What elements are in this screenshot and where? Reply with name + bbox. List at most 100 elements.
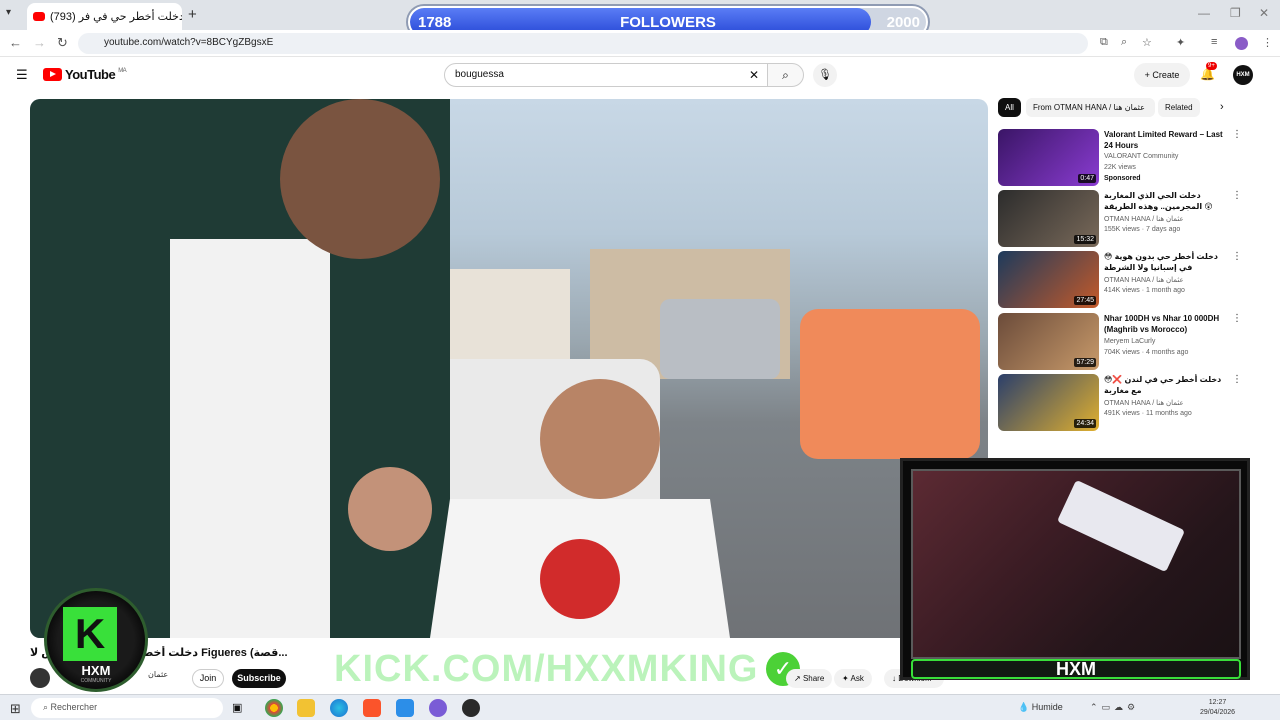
url-text: youtube.com/watch?v=8BCYgZBgsxE [104,37,274,48]
more-options-icon[interactable]: ⋮ [1232,313,1242,324]
share-button[interactable]: ↗ Share [786,669,833,688]
webcam-feed [911,469,1241,659]
more-options-icon[interactable]: ⋮ [1232,374,1242,385]
obs-app-icon[interactable] [462,699,480,717]
share-label: Share [802,674,825,683]
rec-title[interactable]: 😳❌ دخلت أخطر حي في لندن مع مغاربة [1104,374,1226,396]
brave-app-icon[interactable] [363,699,381,717]
system-tray-icons[interactable]: ⌃▭☁⚙ [1090,702,1139,713]
youtube-logo-text: YouTube [65,67,116,82]
new-tab-button[interactable]: + [188,6,197,23]
video-duration: 24:34 [1074,419,1096,428]
taskbar-search-field[interactable]: ⌕ Rechercher [31,698,223,718]
edge-app-icon[interactable] [330,699,348,717]
messenger-app-icon[interactable] [429,699,447,717]
recommendation-chips: All From OTMAN HANA / عثمان هنا Related … [998,98,1243,118]
hxm-logo-text: HXM [81,663,111,678]
windows-start-icon[interactable]: ⊞ [10,701,21,717]
video-player[interactable] [30,99,988,638]
video-thumbnail[interactable]: 24:34 [998,374,1099,431]
task-view-icon[interactable]: ▣ [232,701,250,719]
tab-search-icon[interactable]: ▾ [6,7,11,18]
recommendation-item[interactable]: 15:32 دخلت الحي الذي المغاربة المجرمين..… [998,190,1243,248]
chip-related[interactable]: Related [1158,98,1200,117]
profile-icon[interactable] [1235,37,1248,50]
install-app-icon[interactable]: ⧉ [1100,36,1108,49]
minimize-icon[interactable]: — [1198,6,1210,20]
extensions-icon[interactable]: ✦ [1176,36,1185,49]
rec-title[interactable]: دخلت الحي الذي المغاربة المجرمين.. وهذه … [1104,190,1226,212]
video-duration: 15:32 [1074,235,1096,244]
close-window-icon[interactable]: ✕ [1259,6,1269,20]
address-bar-row: ← → ↻ youtube.com/watch?v=8BCYgZBgsxE ⧉ … [0,30,1280,57]
rec-title[interactable]: Valorant Limited Reward – Last 24 Hours [1104,129,1226,151]
hxm-community-logo: K HXM COMMUNITY [44,588,148,692]
search-input[interactable]: bouguessa ✕ [444,63,768,87]
rec-title[interactable]: Nhar 100DH vs Nhar 10 000DH (Maghrib vs … [1104,313,1226,335]
video-thumbnail[interactable]: 27:45 [998,251,1099,308]
hamburger-menu-icon[interactable]: ☰ [16,67,28,83]
chip-from-channel[interactable]: From OTMAN HANA / عثمان هنا [1026,98,1155,117]
reading-list-icon[interactable]: ≡ [1211,36,1217,48]
hxm-k-emblem: K [63,607,117,661]
weather-widget[interactable]: 💧 Humide [1018,702,1063,713]
reload-icon[interactable]: ↻ [57,35,68,51]
search-value: bouguessa [455,69,504,80]
browser-tab[interactable]: (793) دخلت أخطر حي في فر... ✕ [27,3,182,30]
join-button[interactable]: Join [192,669,224,688]
notifications-button[interactable]: 🔔 9+ [1200,62,1217,81]
bookmark-star-icon[interactable]: ☆ [1142,36,1152,49]
clock-time: 12:27 [1208,699,1227,706]
region-code: MA [118,67,127,74]
video-duration: 0:47 [1078,174,1096,183]
kick-url-overlay: KICK.COM/HXXMKING [334,648,758,691]
file-explorer-icon[interactable] [297,699,315,717]
more-options-icon[interactable]: ⋮ [1232,190,1242,201]
recommendation-item[interactable]: 0:47 Valorant Limited Reward – Last 24 H… [998,129,1243,187]
sponsored-label: Sponsored [1104,175,1141,182]
video-duration: 27:45 [1074,296,1096,305]
followers-label: FOLLOWERS [620,14,716,31]
webcam-overlay: HXM [900,458,1250,680]
more-options-icon[interactable]: ⋮ [1232,251,1242,262]
url-field[interactable]: youtube.com/watch?v=8BCYgZBgsxE [78,33,1088,54]
search-icon: ⌕ [782,68,789,82]
rec-channel: OTMAN HANA / عثمان هنا [1104,216,1184,223]
recommendation-item[interactable]: 57:29 Nhar 100DH vs Nhar 10 000DH (Maghr… [998,313,1243,371]
clock-date: 29/04/2026 [1200,709,1236,716]
chevron-right-icon[interactable]: › [1220,101,1224,113]
rec-channel: VALORANT Community [1104,153,1179,160]
back-icon[interactable]: ← [9,35,22,50]
chrome-app-icon[interactable] [265,699,283,717]
rec-title[interactable]: 😳 دخلت أخطر حي بدون هوية في إسبانيا ولا … [1104,251,1226,273]
chip-all[interactable]: All [998,98,1021,117]
channel-name[interactable]: عثمان [148,670,168,679]
notification-badge: 9+ [1206,62,1217,70]
search-button[interactable]: ⌕ [767,63,804,87]
video-thumbnail[interactable]: 15:32 [998,190,1099,247]
youtube-header: ☰ YouTube MA bouguessa ✕ ⌕ 🎙 + Create 🔔 … [0,58,1280,92]
maximize-icon[interactable]: ❐ [1230,6,1241,20]
voice-search-button[interactable]: 🎙 [813,63,837,87]
video-thumbnail[interactable]: 57:29 [998,313,1099,370]
video-thumbnail[interactable]: 0:47 [998,129,1099,186]
weather-text: Humide [1031,702,1063,712]
more-options-icon[interactable]: ⋮ [1232,129,1242,140]
subscribe-button[interactable]: Subscribe [232,669,286,688]
recommendation-item[interactable]: 27:45 😳 دخلت أخطر حي بدون هوية في إسباني… [998,251,1243,309]
taskbar-search-placeholder: Rechercher [50,702,98,712]
account-avatar[interactable]: HXM [1233,65,1253,85]
recommendation-item[interactable]: 24:34 😳❌ دخلت أخطر حي في لندن مع مغاربة … [998,374,1243,432]
clear-search-icon[interactable]: ✕ [749,68,759,82]
youtube-logo[interactable]: YouTube MA [43,67,127,82]
rec-meta: 22K views [1104,164,1136,171]
vscode-app-icon[interactable] [396,699,414,717]
clock[interactable]: 12:27 29/04/2026 [1200,698,1235,718]
create-button[interactable]: + Create [1134,63,1190,87]
zoom-icon[interactable]: ⌕ [1121,36,1127,49]
hxm-logo-subtext: COMMUNITY [80,678,112,684]
browser-menu-icon[interactable]: ⋮ [1262,36,1273,49]
create-label: Create [1152,70,1180,80]
forward-icon[interactable]: → [33,35,46,50]
ask-button[interactable]: ✦ Ask [834,669,872,688]
